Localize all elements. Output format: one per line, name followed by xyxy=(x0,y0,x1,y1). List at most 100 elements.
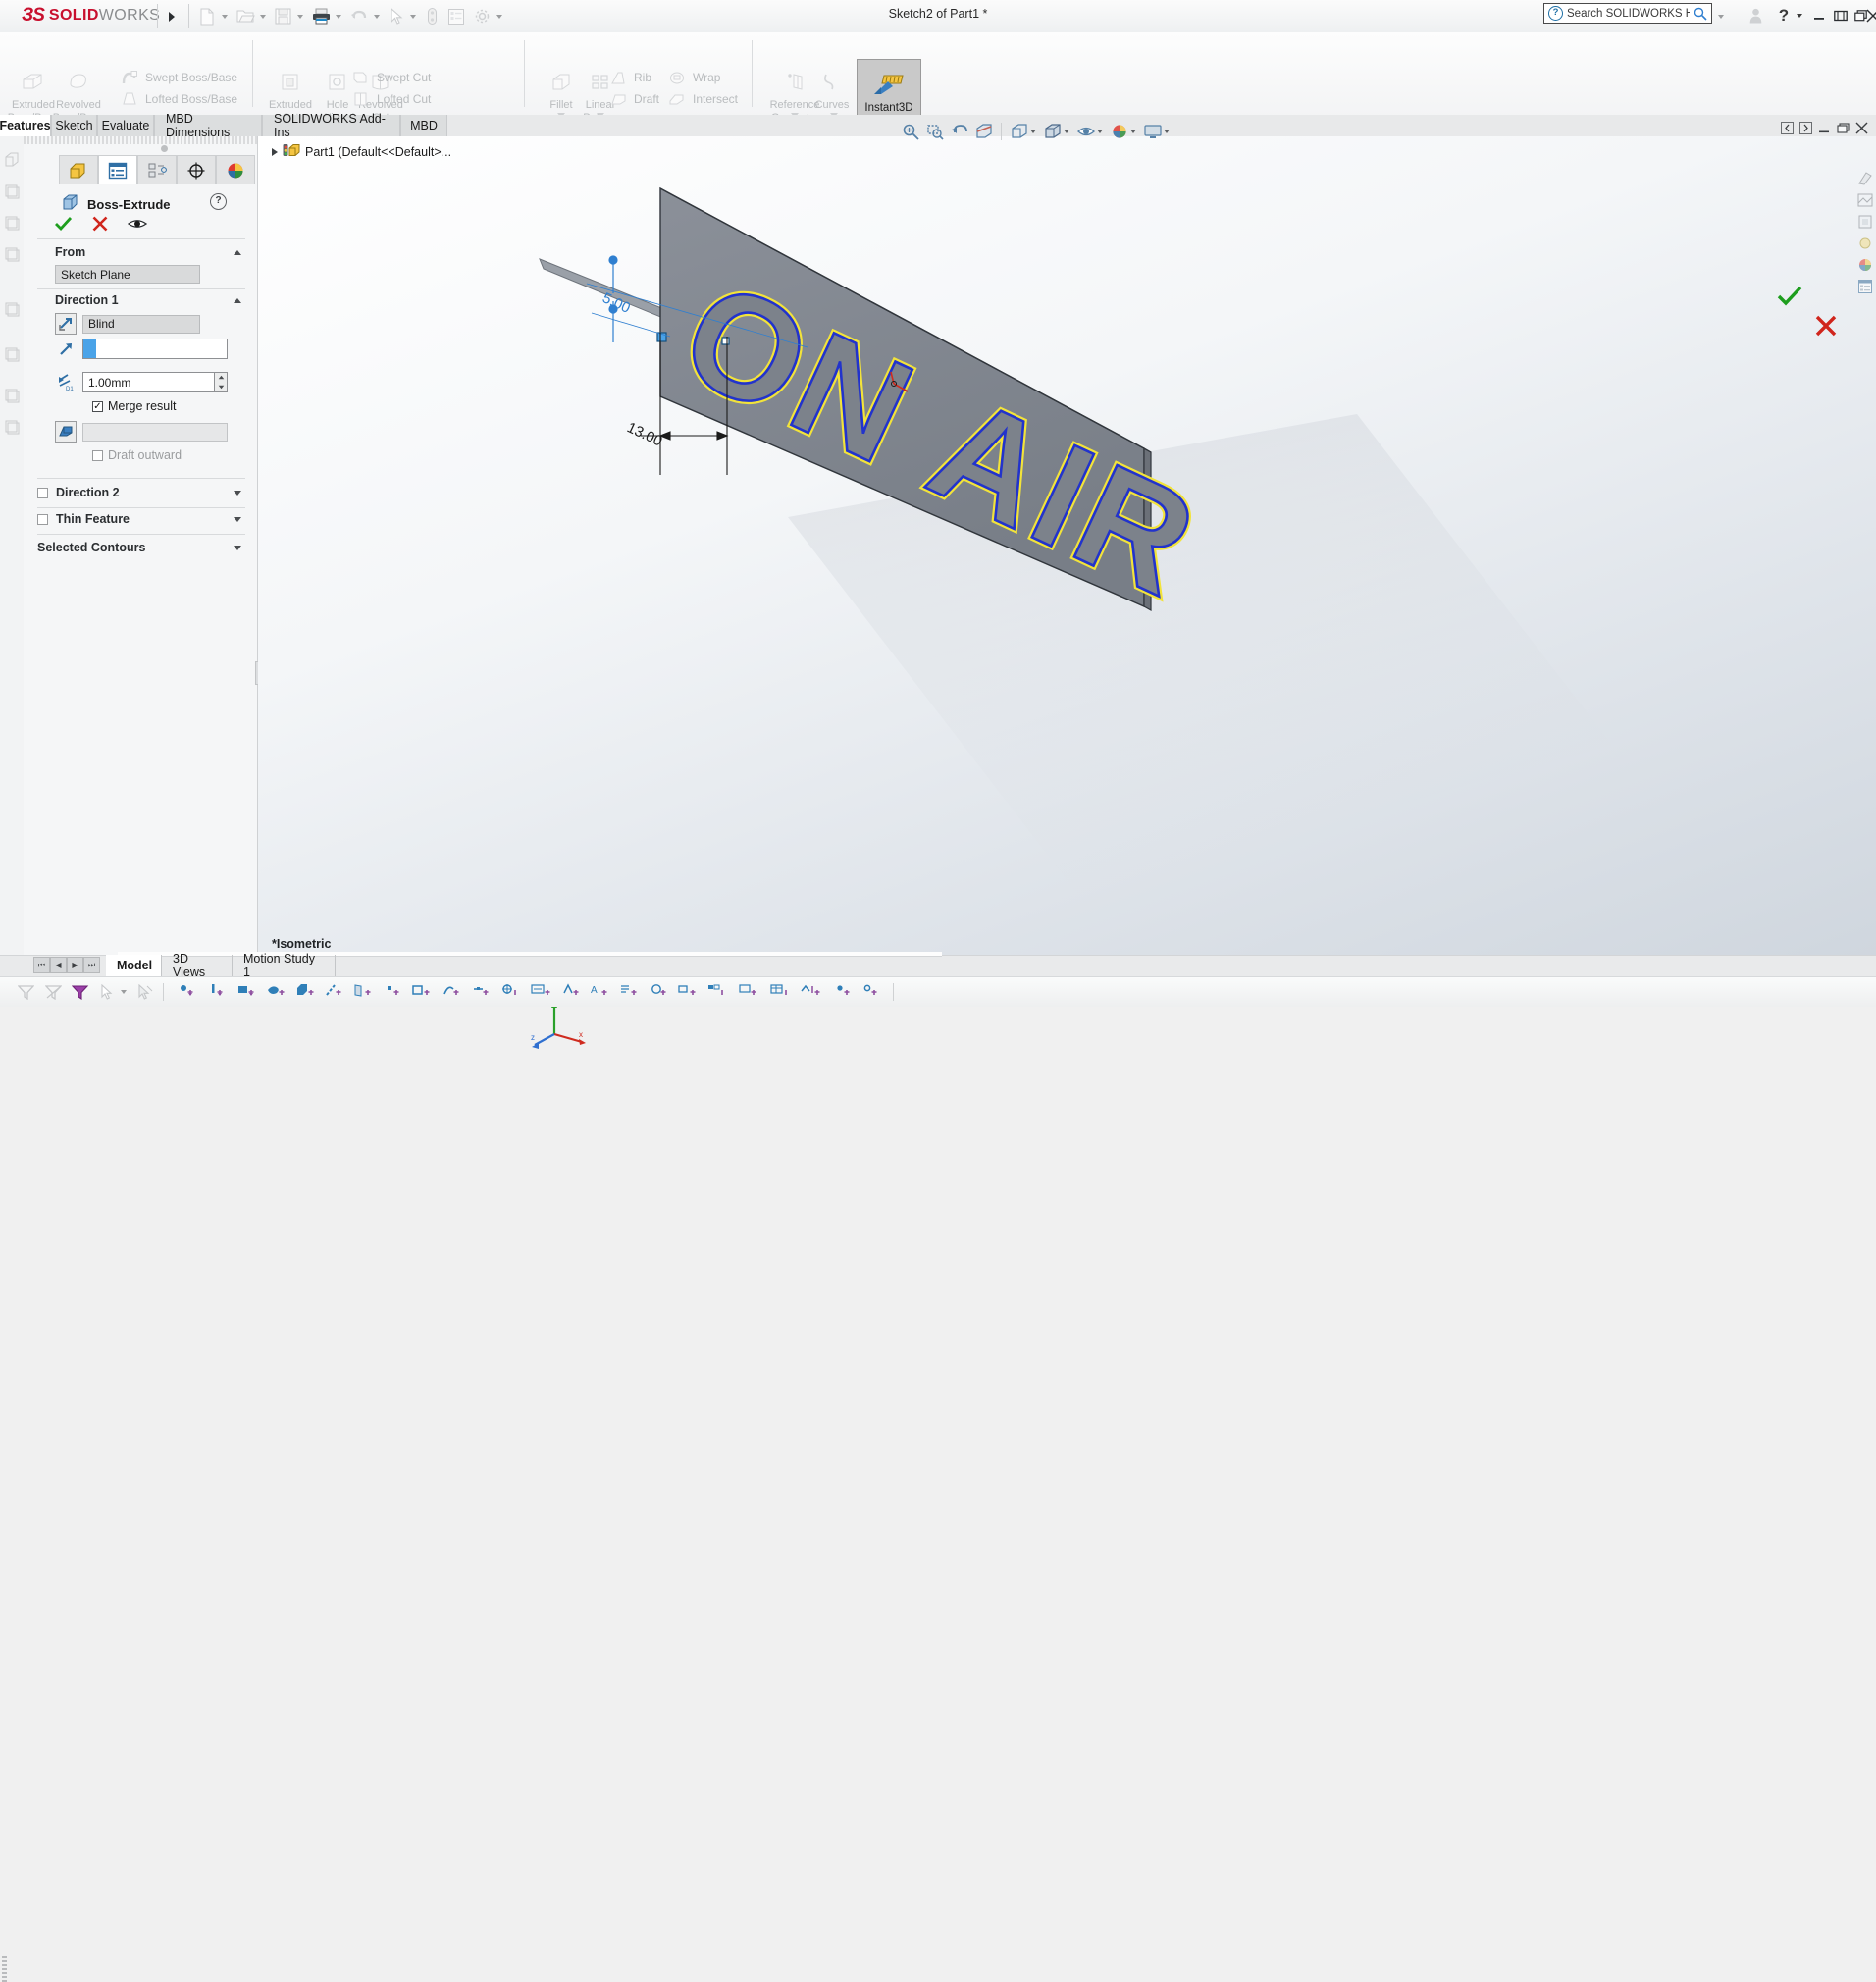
zoom-to-area-button[interactable] xyxy=(923,121,946,142)
filter-blocks-button[interactable] xyxy=(704,981,732,1003)
section-direction1-header[interactable]: Direction 1 xyxy=(37,290,245,310)
display-style-button[interactable] xyxy=(1041,121,1064,142)
toolbar-grip[interactable] xyxy=(2,1956,7,1982)
display-manager-tab[interactable] xyxy=(216,155,255,184)
direction2-checkbox[interactable] xyxy=(37,488,48,498)
view-palette-3[interactable] xyxy=(3,214,21,232)
intersect-button[interactable]: Intersect xyxy=(667,89,738,109)
depth-input[interactable]: 1.00mm xyxy=(82,372,215,392)
draft-outward-checkbox[interactable] xyxy=(92,450,103,461)
select-arrow-button[interactable] xyxy=(96,981,118,1003)
chevron-up-icon[interactable] xyxy=(234,298,241,303)
filter-weld-bead-button[interactable] xyxy=(797,981,826,1003)
draft-angle-input[interactable] xyxy=(82,423,228,442)
scenes-tab[interactable] xyxy=(1857,192,1873,208)
filter-centermarks-button[interactable] xyxy=(498,981,524,1003)
chevron-down-icon[interactable] xyxy=(234,546,241,550)
filter-midpoints-button[interactable] xyxy=(469,981,495,1003)
close-graphics-button[interactable] xyxy=(1855,122,1868,137)
stepper-down-icon[interactable] xyxy=(215,383,227,392)
display-style-dropdown[interactable] xyxy=(1064,130,1069,133)
next-pane-button[interactable] xyxy=(1799,122,1812,137)
filter-dimensions-button[interactable] xyxy=(528,981,557,1003)
tab-mbd-dimensions[interactable]: MBD Dimensions xyxy=(154,115,262,136)
filter-off-button[interactable] xyxy=(14,981,37,1003)
view-palette-1[interactable] xyxy=(3,151,21,169)
panel-grip[interactable] xyxy=(24,136,257,144)
section-view-button[interactable] xyxy=(972,121,995,142)
filter-vertices-button[interactable] xyxy=(175,981,200,1003)
lofted-cut-button[interactable]: Lofted Cut xyxy=(351,89,431,109)
merge-result-checkbox[interactable]: ✓ xyxy=(92,401,103,412)
draft-button[interactable]: Draft xyxy=(608,89,659,109)
edit-appearance-button[interactable] xyxy=(1108,121,1130,142)
swept-boss-base-button[interactable]: Swept Boss/Base xyxy=(120,68,237,87)
help-button[interactable]: ? xyxy=(1776,4,1792,27)
filter-surface-bodies-button[interactable] xyxy=(263,981,290,1003)
chevron-down-icon[interactable] xyxy=(234,491,241,496)
apply-scene-button[interactable] xyxy=(1141,121,1164,142)
auto-show-pin[interactable] xyxy=(161,145,168,152)
dimxpert-manager-tab[interactable] xyxy=(177,155,216,184)
section-selected-contours-header[interactable]: Selected Contours xyxy=(37,538,245,557)
first-tab-button[interactable]: ⏮ xyxy=(33,957,50,973)
start-condition-select[interactable]: Sketch Plane xyxy=(55,265,200,284)
configuration-manager-tab[interactable] xyxy=(137,155,177,184)
reverse-direction-button[interactable] xyxy=(55,313,77,335)
feature-manager-tab[interactable] xyxy=(59,155,98,184)
confirmation-cancel-button[interactable] xyxy=(1815,315,1837,339)
cameras-tab[interactable] xyxy=(1857,257,1873,273)
filter-datum-button[interactable] xyxy=(675,981,703,1003)
filter-surface-finish-button[interactable] xyxy=(559,981,585,1003)
filter-balloons-button[interactable] xyxy=(648,981,673,1003)
filter-edges-button[interactable] xyxy=(204,981,230,1003)
chevron-down-icon[interactable] xyxy=(234,517,241,522)
confirmation-accept-button[interactable] xyxy=(1777,286,1802,310)
view-orientation-dropdown[interactable] xyxy=(1030,130,1036,133)
search-dropdown[interactable] xyxy=(1716,4,1726,28)
previous-pane-button[interactable] xyxy=(1781,122,1794,137)
design-library-tab[interactable] xyxy=(1857,279,1873,294)
filter-notes-button[interactable] xyxy=(616,981,644,1003)
minimize-graphics-button[interactable] xyxy=(1818,123,1831,137)
bottom-tab-motion-study[interactable]: Motion Study 1 xyxy=(233,955,336,976)
tab-solidworks-addins[interactable]: SOLIDWORKS Add-Ins xyxy=(262,115,400,136)
appearances-tab[interactable] xyxy=(1857,171,1873,186)
filter-cl[ear-button[interactable] xyxy=(41,981,65,1003)
thin-feature-checkbox[interactable] xyxy=(37,514,48,525)
decals-tab[interactable] xyxy=(1857,214,1873,230)
cancel-button[interactable] xyxy=(92,216,108,235)
next-tab-button[interactable]: ▶ xyxy=(67,957,83,973)
filter-sketch-button[interactable] xyxy=(408,981,436,1003)
hide-show-items-dropdown[interactable] xyxy=(1097,130,1103,133)
filter-axes-button[interactable] xyxy=(322,981,347,1003)
filter-points-button[interactable] xyxy=(381,981,406,1003)
section-direction2-header[interactable]: Direction 2 xyxy=(37,483,245,502)
filter-toggle-button[interactable] xyxy=(69,981,92,1003)
expand-tree-icon[interactable] xyxy=(272,148,278,156)
filter-planes-button[interactable] xyxy=(349,981,377,1003)
select-arrow-dropdown[interactable] xyxy=(118,981,130,1003)
feature-tree-root[interactable]: Part1 (Default<<Default>... xyxy=(272,142,451,161)
edit-appearance-dropdown[interactable] xyxy=(1130,130,1136,133)
tab-evaluate[interactable]: Evaluate xyxy=(97,115,154,136)
swept-cut-button[interactable]: Swept Cut xyxy=(351,68,431,87)
user-account-icon[interactable] xyxy=(1746,4,1765,27)
view-orientation-button[interactable] xyxy=(1008,121,1030,142)
wrap-button[interactable]: Wrap xyxy=(667,68,720,87)
last-tab-button[interactable]: ⏭ xyxy=(83,957,100,973)
previous-view-button[interactable] xyxy=(948,121,970,142)
filter-routing-point-button[interactable] xyxy=(860,981,885,1003)
hide-show-items-button[interactable] xyxy=(1074,121,1097,142)
property-manager-help-icon[interactable]: ? xyxy=(210,193,227,210)
help-dropdown[interactable] xyxy=(1795,4,1804,27)
curves-button[interactable]: Curves xyxy=(805,68,860,112)
select-other-button[interactable] xyxy=(133,981,157,1003)
apply-scene-dropdown[interactable] xyxy=(1164,130,1170,133)
tab-sketch[interactable]: Sketch xyxy=(51,115,97,136)
view-palette-7[interactable] xyxy=(3,387,21,404)
minimize-button[interactable] xyxy=(1811,4,1827,27)
previous-tab-button[interactable]: ◀ xyxy=(50,957,67,973)
zoom-to-fit-button[interactable] xyxy=(899,121,921,142)
rib-button[interactable]: Rib xyxy=(608,68,651,87)
